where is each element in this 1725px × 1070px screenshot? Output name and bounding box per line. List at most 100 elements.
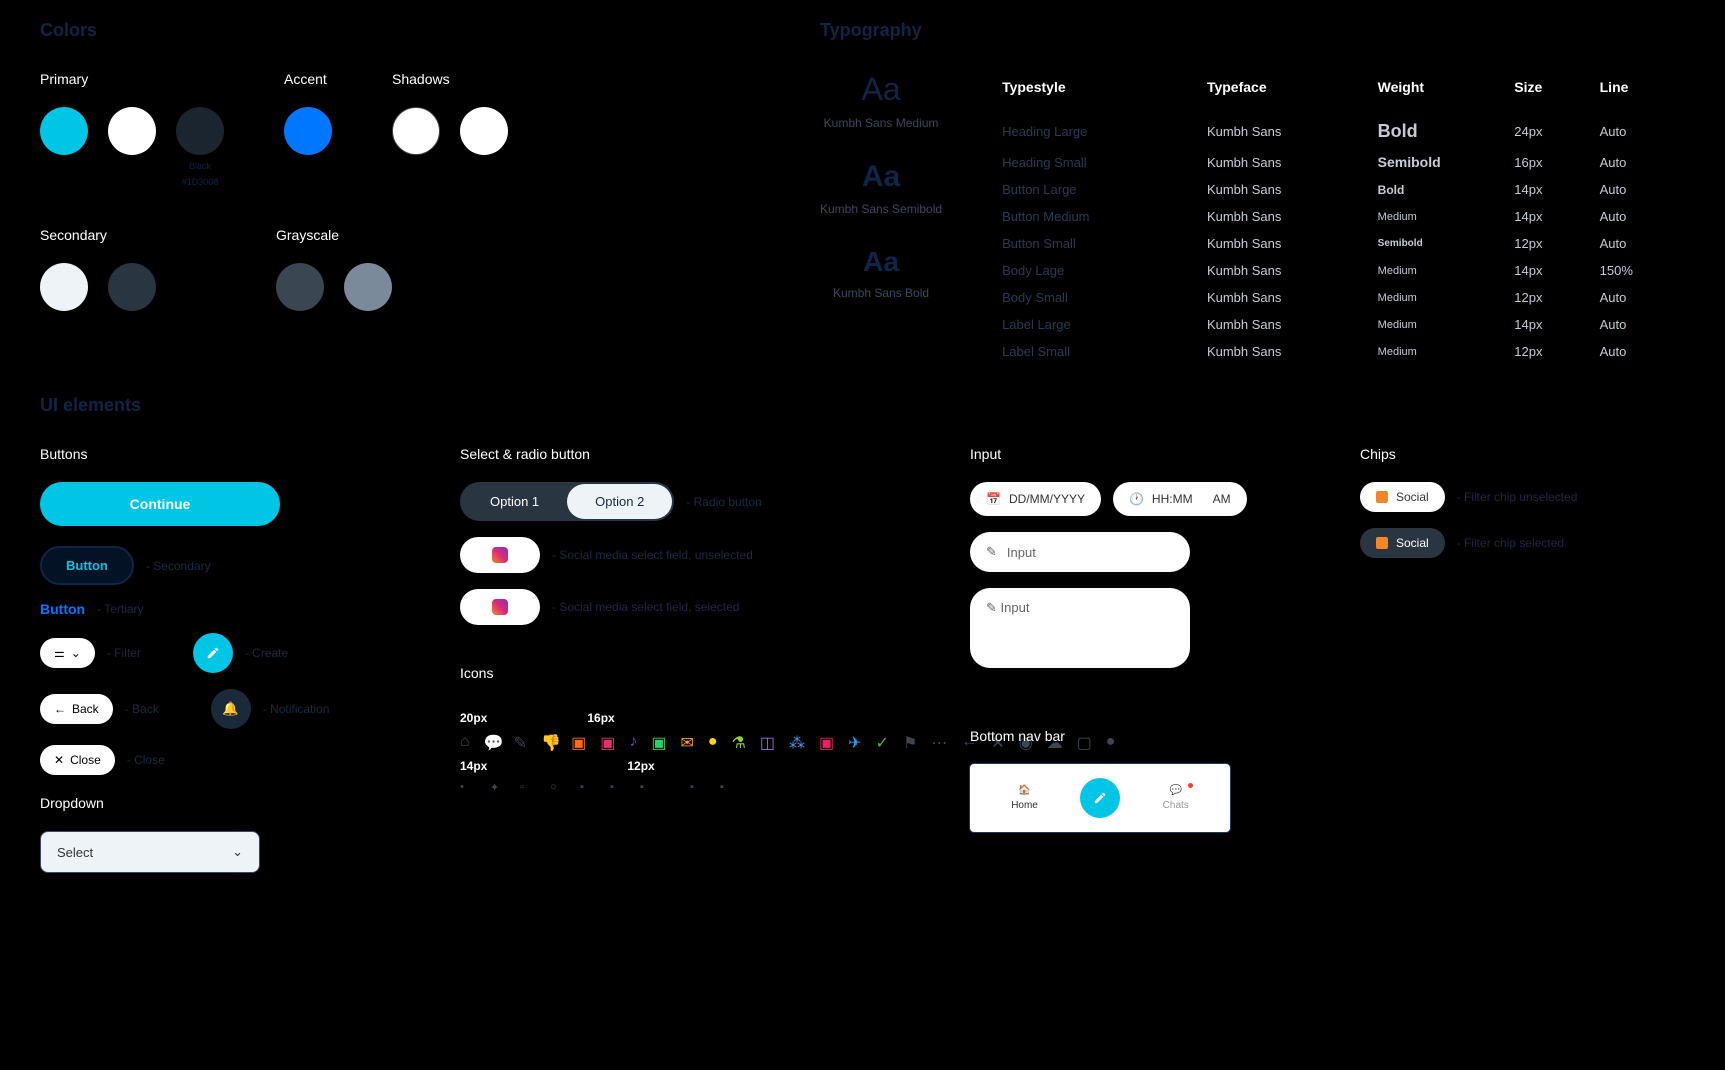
- home-icon: 🏠: [1018, 785, 1030, 796]
- textarea-input[interactable]: ✎ Input: [970, 588, 1190, 668]
- nav-create-fab[interactable]: [1080, 778, 1120, 818]
- puzzle-icon: ◫: [760, 733, 775, 749]
- bx2-icon: ▪: [610, 781, 626, 797]
- swatch-black-label: Black: [176, 161, 224, 171]
- input-label: Input: [970, 446, 1320, 462]
- thumb-icon: 👎: [541, 733, 557, 749]
- pencil-icon: ✎: [986, 544, 997, 560]
- typo-row: Label SmallKumbh SansMedium12pxAuto: [1002, 338, 1685, 365]
- icon-size-16: 16px: [587, 711, 614, 725]
- bx4-icon: ▪: [690, 781, 706, 797]
- back-desc: - Back: [125, 702, 159, 716]
- secondary-desc: - Secondary: [146, 559, 211, 573]
- notif-desc: - Notification: [263, 702, 330, 716]
- typo-row: Heading SmallKumbh SansSemibold16pxAuto: [1002, 148, 1685, 176]
- filter-icon: ⚌: [54, 646, 65, 660]
- grayscale-label: Grayscale: [276, 227, 392, 243]
- typo-row: Heading LargeKumbh SansBold24pxAuto: [1002, 115, 1685, 148]
- dropdown-select[interactable]: Select ⌄: [40, 831, 260, 873]
- close-icon: ✕: [54, 753, 64, 767]
- tertiary-button[interactable]: Button: [40, 601, 85, 617]
- chevron-down-icon: ⌄: [71, 646, 81, 660]
- secondary-button[interactable]: Button: [40, 546, 134, 585]
- radio-option-2[interactable]: Option 2: [567, 484, 672, 519]
- bottom-nav-bar: 🏠 Home 💬 Chats: [970, 764, 1230, 832]
- icon-size-14: 14px: [460, 759, 487, 773]
- bx3-icon: ▪: [640, 781, 656, 797]
- bx-icon: ▪: [580, 781, 596, 797]
- back-button[interactable]: ← Back: [40, 694, 113, 724]
- whatsapp-icon: ▣: [651, 733, 666, 749]
- chem-icon: ⚗: [732, 733, 746, 749]
- social-select-selected[interactable]: [460, 589, 540, 625]
- th-size: Size: [1514, 79, 1599, 95]
- icon-size-12: 12px: [627, 759, 654, 773]
- swatch-shadow-1: [392, 107, 440, 155]
- star-icon: ✦: [490, 781, 506, 797]
- swatch-gray-dark: [276, 263, 324, 311]
- continue-button[interactable]: Continue: [40, 482, 280, 526]
- tertiary-desc: - Tertiary: [97, 602, 143, 616]
- shadows-label: Shadows: [392, 71, 508, 87]
- calendar-icon: 📅: [986, 492, 1001, 506]
- filter-desc: - Filter: [107, 646, 141, 660]
- swatch-gray-light: [344, 263, 392, 311]
- radio-segment: Option 1 Option 2: [460, 482, 674, 521]
- nav-home[interactable]: 🏠 Home: [1011, 785, 1038, 811]
- swatch-primary-black: [176, 107, 224, 155]
- chip-social-unselected[interactable]: Social: [1360, 482, 1445, 512]
- radio-option-1[interactable]: Option 1: [462, 484, 567, 519]
- swatch-accent-blue: [284, 107, 332, 155]
- twitch-icon: ▣: [819, 733, 834, 749]
- fb-icon: ▣: [571, 733, 586, 749]
- instagram-icon: [492, 599, 508, 615]
- chat-icon: 💬: [1169, 785, 1181, 796]
- text-input[interactable]: ✎ Input: [970, 532, 1190, 572]
- chip-unsel-desc: - Filter chip unselected: [1457, 490, 1578, 504]
- notification-dot: [1188, 783, 1193, 788]
- typo-row: Button SmallKumbh SansSemibold12pxAuto: [1002, 230, 1685, 257]
- plane-icon: ✈: [848, 733, 861, 749]
- nav-label: Bottom nav bar: [970, 728, 1320, 744]
- close-desc: - Close: [127, 753, 165, 767]
- social-sel-desc: - Social media select field, selected: [552, 600, 739, 614]
- typo-sample-semibold: Aa Kumbh Sans Semibold: [820, 160, 942, 216]
- select-label: Select & radio button: [460, 446, 930, 462]
- ui-elements-heading: UI elements: [40, 395, 1685, 416]
- pencil-icon: ✎: [986, 600, 997, 615]
- accent-label: Accent: [284, 71, 332, 87]
- typo-sample-bold: Aa Kumbh Sans Bold: [820, 246, 942, 300]
- close-button[interactable]: ✕ Close: [40, 745, 115, 775]
- mail-icon: ✉: [680, 733, 693, 749]
- pencil-icon: [1093, 791, 1107, 805]
- th-typeface: Typeface: [1207, 79, 1378, 95]
- swatch-sec-dark: [108, 263, 156, 311]
- date-input[interactable]: 📅 DD/MM/YYYY: [970, 482, 1101, 516]
- filter-button[interactable]: ⚌ ⌄: [40, 638, 95, 668]
- flag-icon: ⚑: [903, 733, 917, 749]
- more-icon: ⋯: [931, 733, 947, 749]
- icons-label: Icons: [460, 665, 930, 681]
- snap-icon: ●: [708, 733, 718, 749]
- create-button[interactable]: [193, 633, 233, 673]
- social-select-unselected[interactable]: [460, 537, 540, 573]
- social-icon: [1376, 491, 1388, 503]
- social-unsel-desc: - Social media select field, unselected: [552, 548, 753, 562]
- secondary-label: Secondary: [40, 227, 156, 243]
- instagram-icon: [492, 547, 508, 563]
- typography-table: Typestyle Typeface Weight Size Line Head…: [1002, 71, 1685, 365]
- typo-row: Body LageKumbh SansMedium14px150%: [1002, 257, 1685, 284]
- chat-icon: 💬: [484, 733, 500, 749]
- clock-icon: 🕐: [1129, 492, 1144, 506]
- radio-desc: - Radio button: [686, 495, 761, 509]
- notification-button[interactable]: 🔔: [211, 689, 251, 729]
- dot-icon: •: [460, 781, 476, 797]
- time-input[interactable]: 🕐 HH:MM AM: [1113, 482, 1247, 516]
- icon-row-large: ⌂ 💬 ✎ 👎 ▣ ▣ ♪ ▣ ✉ ● ⚗ ◫ ⁂ ▣ ✈ ✓ ⚑: [460, 733, 930, 749]
- icon-size-20: 20px: [460, 711, 487, 725]
- buttons-label: Buttons: [40, 446, 420, 462]
- th-typestyle: Typestyle: [1002, 79, 1207, 95]
- chip-social-selected[interactable]: Social: [1360, 528, 1445, 558]
- nav-chats[interactable]: 💬 Chats: [1163, 785, 1189, 811]
- check-icon: ✓: [876, 733, 889, 749]
